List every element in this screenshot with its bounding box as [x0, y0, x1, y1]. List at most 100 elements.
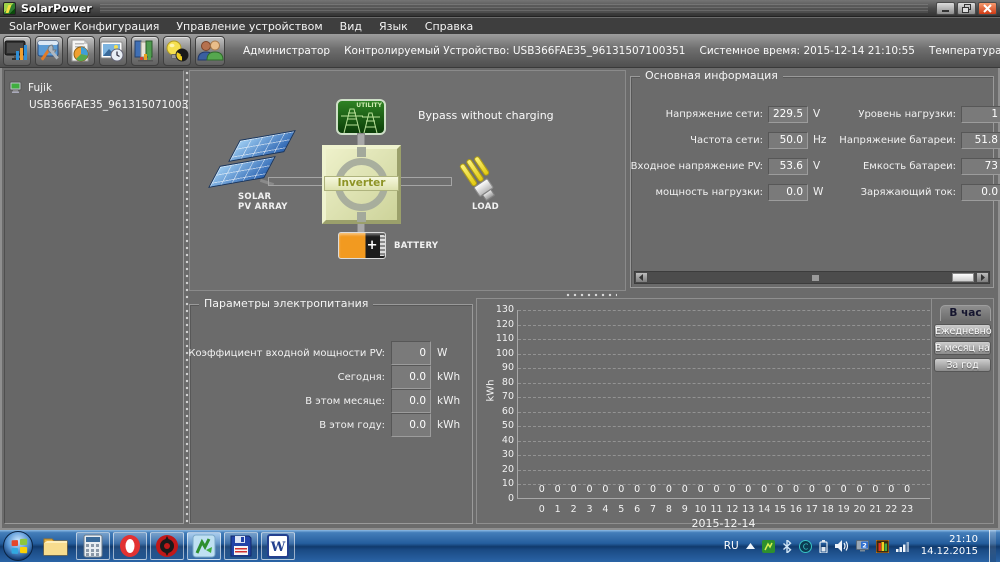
- chart-y-tick: 100: [484, 348, 514, 359]
- system-tray: RU C 2 21:10 14.12.2015: [724, 530, 1000, 562]
- updater-icon[interactable]: [150, 532, 184, 560]
- chart-y-tick: 0: [484, 493, 514, 504]
- tab-hourly[interactable]: В час: [940, 305, 991, 321]
- word-icon[interactable]: W: [261, 532, 295, 560]
- tree-item-device[interactable]: USB366FAE35_96131507100351: [9, 96, 179, 113]
- field-unit: W: [813, 179, 839, 205]
- battery-label: BATTERY: [394, 241, 438, 251]
- field-label: мощность нагрузки:: [637, 179, 763, 205]
- field-value: 0.0: [961, 184, 1000, 201]
- alarm-bulb-icon[interactable]: [163, 36, 191, 66]
- save-tool-icon[interactable]: [224, 532, 258, 560]
- report-pie-icon[interactable]: [67, 36, 95, 66]
- chart-date-label: 2015-12-14: [517, 517, 930, 530]
- menu-item-0[interactable]: SolarPower Конфигурация: [9, 20, 159, 33]
- energy-chart-panel: kWh 010203040506070809010011012013000102…: [476, 298, 994, 524]
- show-desktop-button[interactable]: [989, 530, 996, 562]
- tray-clock[interactable]: 21:10 14.12.2015: [921, 534, 978, 558]
- power-params-title: Параметры электропитания: [199, 297, 373, 310]
- minimize-button[interactable]: [936, 2, 955, 15]
- field-value: 0: [391, 341, 431, 365]
- close-button[interactable]: [978, 2, 997, 15]
- svg-text:C: C: [802, 542, 808, 551]
- field-value: 50.0: [768, 132, 808, 149]
- chart-y-tick: 40: [484, 435, 514, 446]
- menu-item-4[interactable]: Справка: [425, 20, 473, 33]
- clock-date: 14.12.2015: [921, 546, 978, 558]
- period-button-1[interactable]: В месяц на: [934, 341, 991, 355]
- scrollbar-thumb[interactable]: [952, 273, 974, 282]
- chart-y-tick: 10: [484, 478, 514, 489]
- title-bar[interactable]: SolarPower: [0, 0, 1000, 17]
- info-panel-scrollbar[interactable]: [634, 271, 990, 284]
- chart-gridline: [518, 412, 930, 413]
- display-2-icon[interactable]: 2: [856, 540, 869, 552]
- explorer-icon[interactable]: [39, 532, 73, 560]
- bypass-status-text: Bypass without charging: [418, 109, 554, 122]
- power-flow-diagram: UTILITY Bypass without charging SOLARPV …: [189, 70, 626, 291]
- scroll-right-button[interactable]: [976, 272, 989, 283]
- users-icon[interactable]: [195, 36, 225, 66]
- status-device: Контролируемый Устройство: USB366FAE35_9…: [344, 45, 685, 57]
- opera-icon[interactable]: [113, 532, 147, 560]
- field-unit: Hz: [813, 127, 839, 153]
- menu-item-2[interactable]: Вид: [340, 20, 362, 33]
- chart-gridline: [518, 310, 930, 311]
- field-value: 73: [961, 158, 1000, 175]
- inverter-icon: Inverter: [322, 145, 401, 224]
- tree-item-root[interactable]: Fujik: [9, 79, 179, 96]
- chart-gridline: [518, 426, 930, 427]
- tray-expand-icon[interactable]: [746, 543, 755, 549]
- scrollbar-track[interactable]: [648, 272, 976, 283]
- clock-time: 21:10: [921, 534, 978, 546]
- chart-gridline: [518, 470, 930, 471]
- connector-inverter-load: [400, 177, 452, 186]
- app-logo-icon: [3, 2, 16, 15]
- field-label: Напряжение сети:: [637, 101, 763, 127]
- language-indicator[interactable]: RU: [724, 540, 739, 552]
- status-time: Системное время: 2015-12-14 21:10:55: [699, 45, 914, 57]
- connector-solar-inverter: [268, 177, 323, 186]
- clock-app-icon[interactable]: C: [799, 540, 812, 553]
- window-title: SolarPower: [21, 2, 92, 15]
- event-log-icon[interactable]: [99, 36, 127, 66]
- battery-icon[interactable]: [819, 540, 828, 553]
- period-button-2[interactable]: За год: [934, 358, 991, 372]
- calculator-icon[interactable]: [76, 532, 110, 560]
- chart-gridline: [518, 455, 930, 456]
- field-value: 0.0: [391, 413, 431, 437]
- menu-item-1[interactable]: Управление устройством: [176, 20, 322, 33]
- scroll-left-button[interactable]: [635, 272, 648, 283]
- meter-icon[interactable]: [876, 540, 889, 553]
- volume-icon[interactable]: [835, 540, 849, 552]
- field-label: В этом месяце:: [192, 389, 385, 413]
- taskbar: W RU C 2 21:10 14.12.2015: [0, 530, 1000, 562]
- data-books-icon[interactable]: [131, 36, 159, 66]
- monitor-chart-icon[interactable]: [3, 36, 31, 66]
- solarpower-tray-icon[interactable]: [762, 540, 775, 553]
- chart-y-tick: 30: [484, 449, 514, 460]
- toolbar: Администратор Контролируемый Устройство:…: [0, 34, 1000, 68]
- field-label: В этом году:: [192, 413, 385, 437]
- bluetooth-icon[interactable]: [782, 540, 792, 553]
- chart-gridline: [518, 325, 930, 326]
- network-signal-icon[interactable]: [896, 541, 910, 552]
- chart-y-tick: 60: [484, 406, 514, 417]
- device-settings-icon[interactable]: [35, 36, 63, 66]
- solarpower-icon[interactable]: [187, 532, 221, 560]
- restore-button[interactable]: [957, 2, 976, 15]
- solar-panel-icon: [208, 129, 298, 199]
- app-window: SolarPower SolarPower Конфигурация Управл…: [0, 0, 1000, 562]
- field-value: 53.6: [768, 158, 808, 175]
- field-label: Напряжение батареи:: [844, 127, 956, 153]
- utility-label: UTILITY: [356, 102, 382, 109]
- field-unit: kWh: [437, 413, 471, 437]
- period-button-0[interactable]: Ежедневно: [934, 324, 991, 338]
- inverter-label: Inverter: [324, 176, 399, 191]
- menu-item-3[interactable]: Язык: [379, 20, 408, 33]
- main-content: Fujik USB366FAE35_96131507100351 UTILITY…: [0, 68, 1000, 530]
- utility-icon: UTILITY: [336, 99, 386, 135]
- chart-plot-area: 0102030405060708090100110120130001020304…: [517, 310, 930, 499]
- chart-y-tick: 50: [484, 420, 514, 431]
- start-orb[interactable]: [3, 531, 33, 561]
